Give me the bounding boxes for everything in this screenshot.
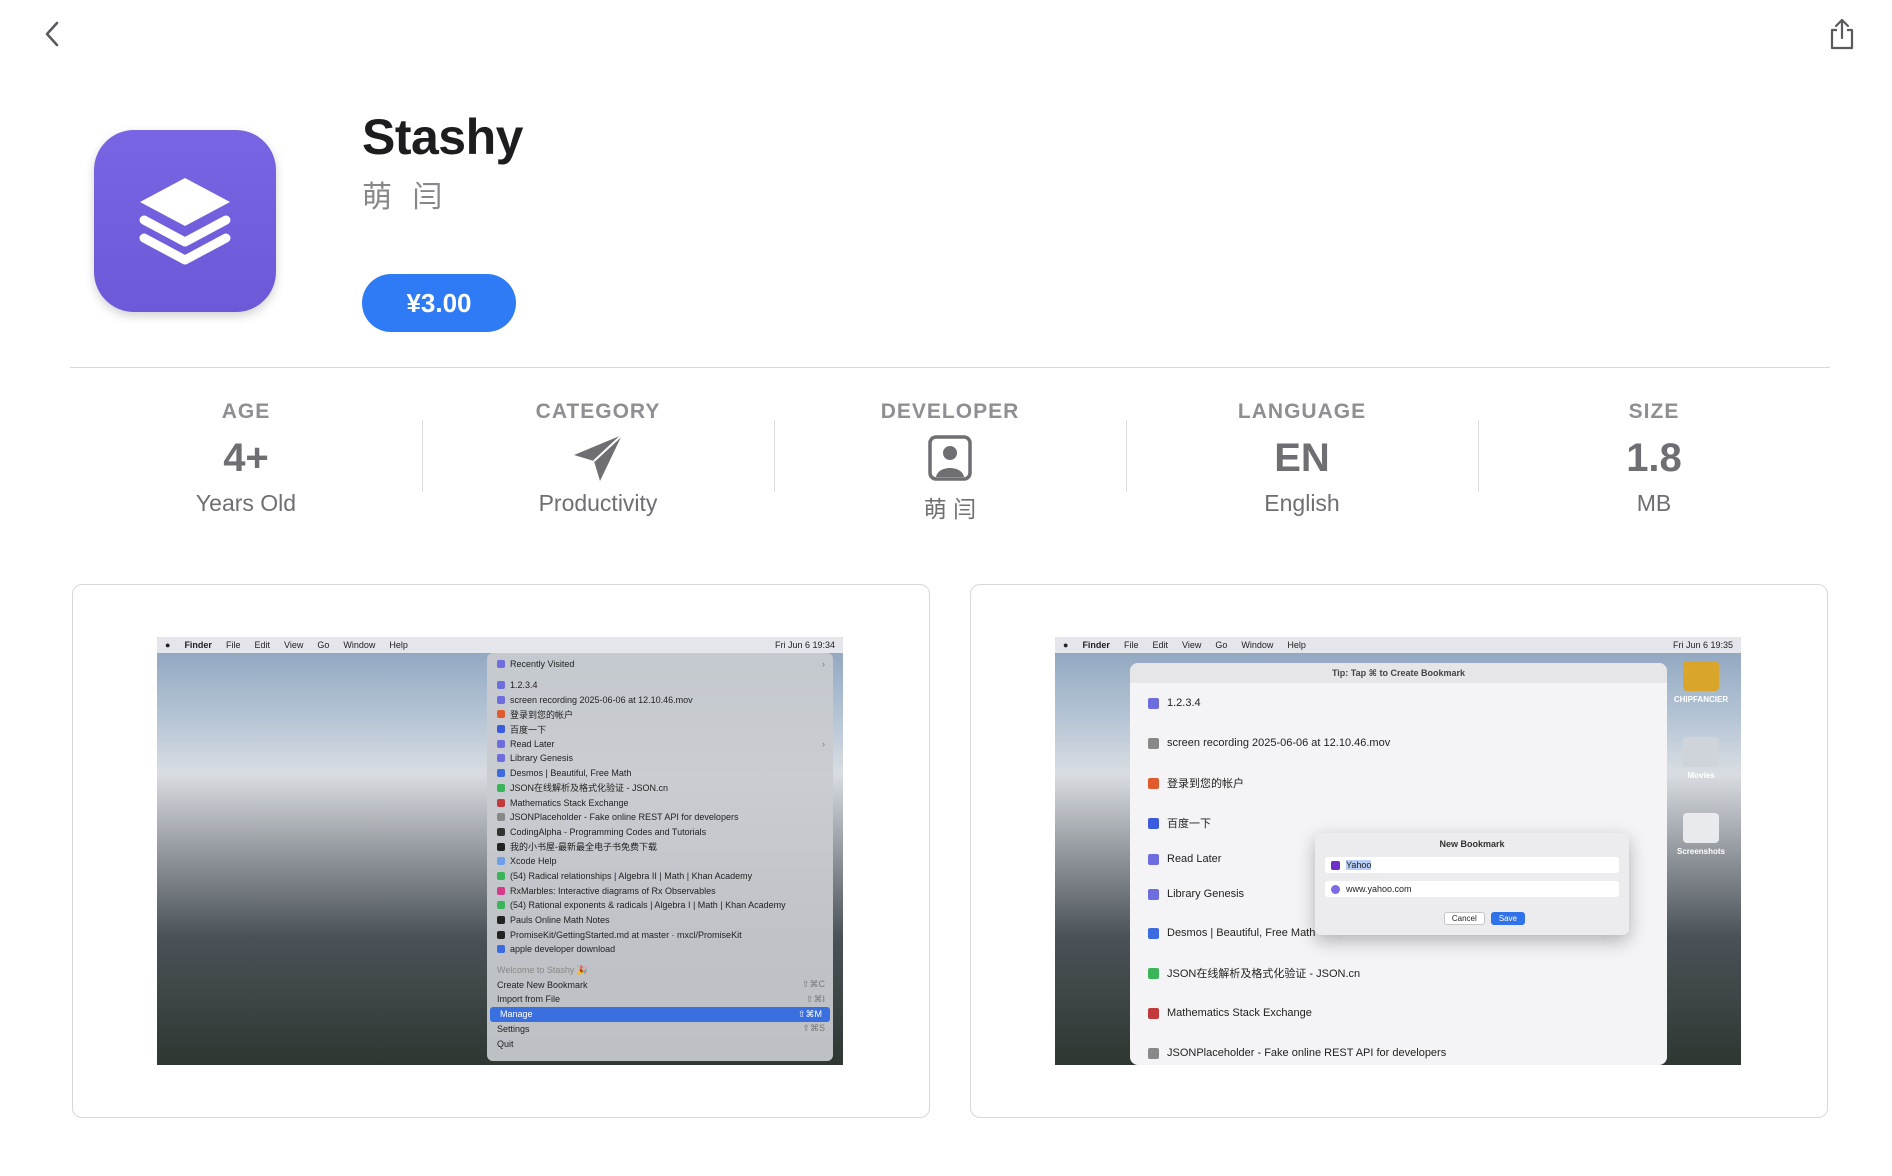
list-item: screen recording 2025-06-06 at 12.10.46.… (487, 692, 833, 707)
list-item: (54) Rational exponents & radicals | Alg… (487, 898, 833, 913)
apple-icon: ● (165, 640, 171, 650)
desktop-item: Movies (1671, 737, 1731, 780)
desktop-item: CHIPFANCIER (1671, 661, 1731, 704)
list-item: CodingAlpha - Programming Codes and Tuto… (487, 825, 833, 840)
menu-recent: Recently Visited › (487, 657, 833, 672)
menubar-item: File (1123, 640, 1139, 650)
info-language-value: EN (1274, 435, 1330, 480)
info-category-sub: Productivity (538, 490, 658, 516)
list-item: 1.2.3.4 (1130, 683, 1667, 723)
list-item: PromiseKit/GettingStarted.md at master ·… (487, 927, 833, 942)
list-item: Library Genesis (487, 751, 833, 766)
new-bookmark-title: New Bookmark (1439, 839, 1505, 849)
back-button[interactable] (40, 16, 64, 52)
list-item: Mathematics Stack Exchange (487, 795, 833, 810)
menubar-item: Go (317, 640, 330, 650)
menubar-item: Go (1215, 640, 1228, 650)
info-size-label: SIZE (1628, 400, 1680, 423)
list-item: Mathematics Stack Exchange (1130, 993, 1667, 1033)
share-button[interactable] (1826, 16, 1858, 52)
menubar-clock: Fri Jun 6 19:35 (1672, 640, 1733, 650)
list-item: Read Later › (487, 736, 833, 751)
info-size-value: 1.8 (1626, 435, 1682, 480)
apple-icon: ● (1063, 640, 1069, 650)
menu-action: Quit (497, 1038, 514, 1049)
info-size-sub: MB (1636, 490, 1672, 516)
info-age-value: 4+ (223, 435, 269, 480)
bookmark-url-field: www.yahoo.com (1325, 881, 1619, 897)
buy-price-button[interactable]: ¥3.00 (362, 274, 516, 332)
list-item: apple developer download (487, 942, 833, 957)
menubar: ● Finder File Edit View Go Window Help F… (1055, 637, 1741, 653)
share-icon (1830, 18, 1854, 50)
info-language: LANGUAGE EN English (1126, 390, 1478, 530)
menubar-item: Finder (184, 640, 212, 650)
screenshot-1: ● Finder File Edit View Go Window Help F… (157, 637, 843, 1065)
info-age-sub: Years Old (195, 490, 297, 516)
info-developer-sub: 萌 闫 (923, 496, 977, 522)
list-item: screen recording 2025-06-06 at 12.10.46.… (1130, 723, 1667, 763)
menubar-item: File (225, 640, 241, 650)
list-item: JSONPlaceholder - Fake online REST API f… (487, 810, 833, 825)
info-category-label: CATEGORY (535, 400, 661, 423)
list-item: 1.2.3.4 (487, 678, 833, 693)
app-developer[interactable]: 萌 闫 (362, 172, 448, 216)
list-item: 我的小书屋-最新最全电子书免费下载 (487, 839, 833, 854)
info-developer[interactable]: DEVELOPER 萌 闫 (774, 390, 1126, 530)
list-item: (54) Radical relationships | Algebra II … (487, 869, 833, 884)
list-item: 登录到您的帐户 (1130, 763, 1667, 803)
info-age-label: AGE (221, 400, 271, 423)
menubar: ● Finder File Edit View Go Window Help F… (157, 637, 843, 653)
list-item: Xcode Help (487, 854, 833, 869)
menu-action: Create New Bookmark ⇧⌘C (497, 979, 825, 990)
menu-action-selected: Manage ⇧⌘M (490, 1006, 830, 1022)
desktop-item: Screenshots (1671, 813, 1731, 856)
list-item: JSON在线解析及格式化验证 - JSON.cn (1130, 953, 1667, 993)
bookmark-window: Tip: Tap ⌘ to Create Bookmark 1.2.3.4 sc… (1130, 663, 1667, 1065)
menubar-item: Help (389, 640, 408, 650)
new-bookmark-dialog: New Bookmark Yahoo www.yahoo.com Cancel … (1315, 833, 1629, 935)
list-item: Desmos | Beautiful, Free Math (487, 766, 833, 781)
bookmark-window-title: Tip: Tap ⌘ to Create Bookmark (1130, 663, 1667, 683)
list-item: Pauls Online Math Notes (487, 913, 833, 928)
screenshot-card-1[interactable]: ● Finder File Edit View Go Window Help F… (72, 584, 930, 1118)
menubar-item: Finder (1082, 640, 1110, 650)
info-row: AGE 4+ Years Old CATEGORY Productivity D… (70, 390, 1830, 530)
menubar-item: View (1181, 640, 1202, 650)
info-language-label: LANGUAGE (1237, 400, 1367, 423)
person-portrait-icon (928, 435, 972, 481)
paper-plane-icon (574, 434, 623, 481)
screenshot-2: ● Finder File Edit View Go Window Help F… (1055, 637, 1741, 1065)
list-item: JSON在线解析及格式化验证 - JSON.cn (487, 781, 833, 796)
menubar-clock: Fri Jun 6 19:34 (774, 640, 835, 650)
chevron-left-icon (45, 21, 59, 47)
menubar-item: Help (1287, 640, 1306, 650)
info-size: SIZE 1.8 MB (1478, 390, 1830, 530)
menubar-item: Edit (254, 640, 270, 650)
list-item: 登录到您的帐户 (487, 707, 833, 722)
list-item: JSONPlaceholder - Fake online REST API f… (1130, 1033, 1667, 1065)
stack-layers-icon (139, 178, 231, 265)
menubar-item: Window (343, 640, 376, 650)
info-language-sub: English (1264, 490, 1340, 516)
menu-action: Import from File ⇧⌘I (497, 993, 825, 1005)
menu-welcome: Welcome to Stashy 🎉 (497, 964, 589, 975)
app-title: Stashy (362, 109, 523, 165)
screenshot-card-2[interactable]: ● Finder File Edit View Go Window Help F… (970, 584, 1828, 1118)
menubar-item: Edit (1152, 640, 1168, 650)
bookmark-name-field: Yahoo (1325, 857, 1619, 873)
menubar-item: Window (1241, 640, 1274, 650)
header-divider (70, 367, 1830, 368)
list-item: 百度一下 (487, 722, 833, 737)
cancel-button: Cancel (1443, 912, 1485, 925)
save-button: Save (1490, 912, 1525, 925)
info-age: AGE 4+ Years Old (70, 390, 422, 530)
info-category[interactable]: CATEGORY Productivity (422, 390, 774, 530)
menubar-item: View (283, 640, 304, 650)
info-developer-label: DEVELOPER (880, 400, 1020, 423)
app-icon (94, 130, 276, 312)
list-item: RxMarbles: Interactive diagrams of Rx Ob… (487, 883, 833, 898)
menu-action: Settings ⇧⌘S (497, 1023, 825, 1034)
stashy-menu: Recently Visited › 1.2.3.4 screen recordi… (487, 653, 833, 1061)
